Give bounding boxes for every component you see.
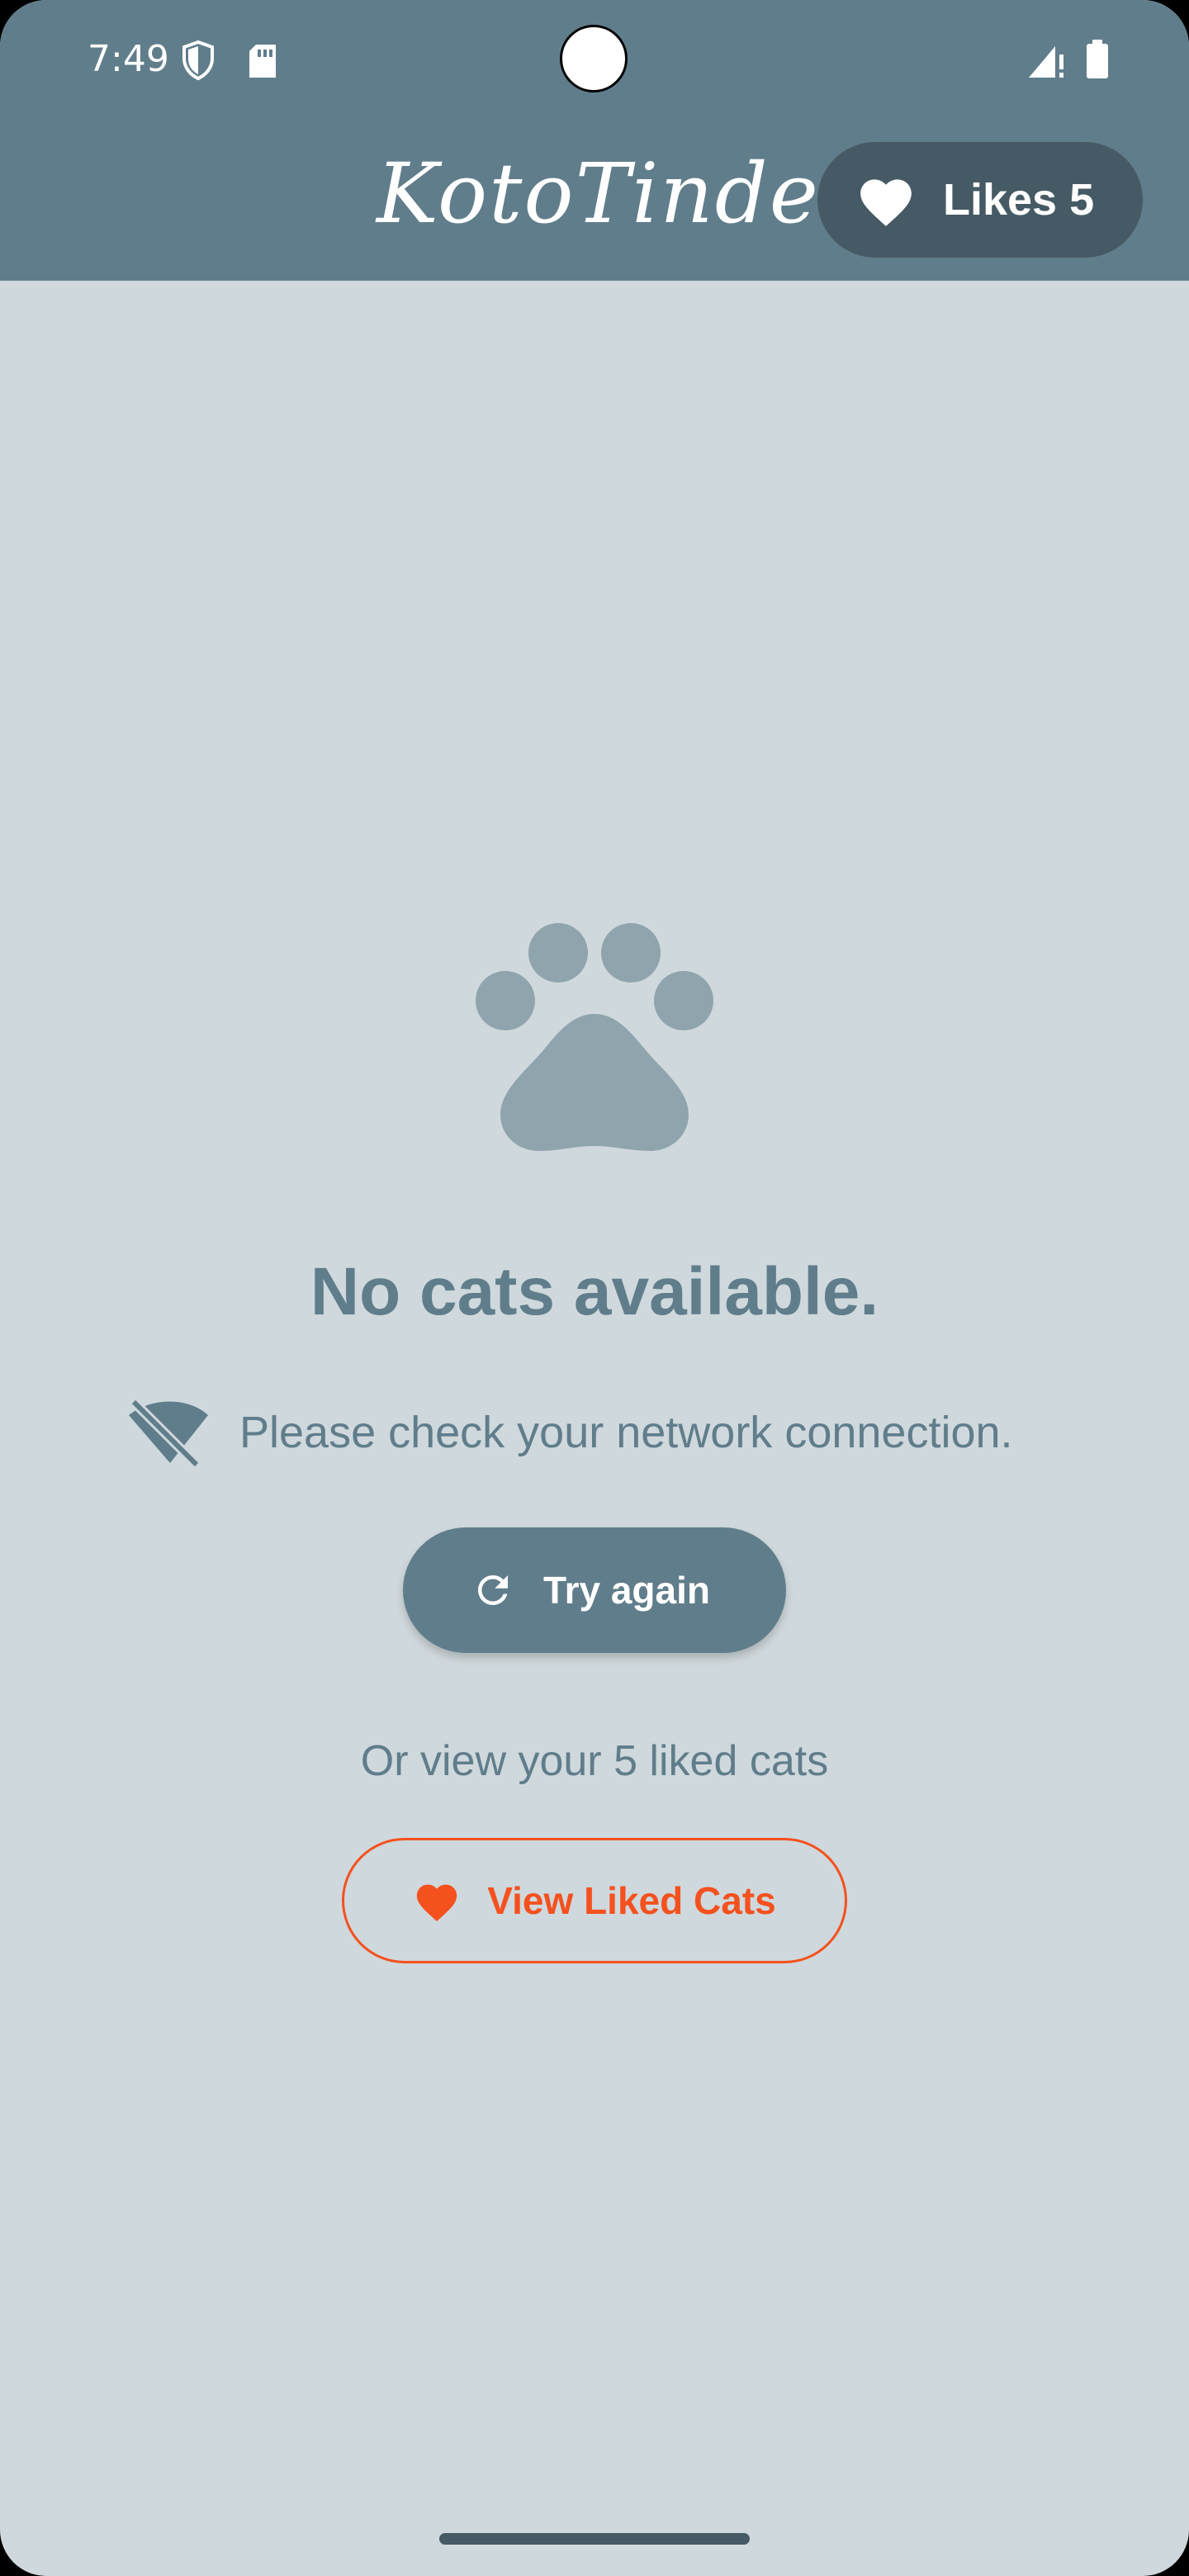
paw-icon [471, 916, 718, 1168]
wifi-off-icon [124, 1395, 211, 1470]
app-title: KotoTinder [377, 145, 861, 242]
network-message: Please check your network connection. [239, 1408, 1013, 1457]
screen: 7:49 KotoTinder Likes 5 No cats availabl… [0, 0, 1189, 2576]
try-again-label: Try again [543, 1569, 710, 1612]
front-camera [560, 25, 628, 92]
battery-icon [1085, 40, 1110, 83]
heart-icon [413, 1878, 461, 1923]
refresh-icon [471, 1568, 515, 1612]
empty-state-headline: No cats available. [310, 1254, 879, 1329]
network-message-row: Please check your network connection. [124, 1395, 1013, 1470]
sd-card-icon [246, 43, 279, 83]
likes-label: Likes 5 [943, 175, 1095, 225]
view-liked-cats-label: View Liked Cats [487, 1879, 776, 1922]
likes-button[interactable]: Likes 5 [817, 142, 1143, 258]
status-time: 7:49 [88, 38, 169, 80]
shield-icon [180, 40, 216, 85]
heart-icon [855, 172, 917, 228]
try-again-button[interactable]: Try again [403, 1527, 786, 1653]
signal-icon [1027, 43, 1068, 83]
home-indicator[interactable] [439, 2533, 750, 2545]
app-bar: 7:49 KotoTinder Likes 5 [0, 0, 1189, 281]
liked-cats-hint: Or view your 5 liked cats [360, 1737, 829, 1785]
view-liked-cats-button[interactable]: View Liked Cats [342, 1838, 847, 1963]
